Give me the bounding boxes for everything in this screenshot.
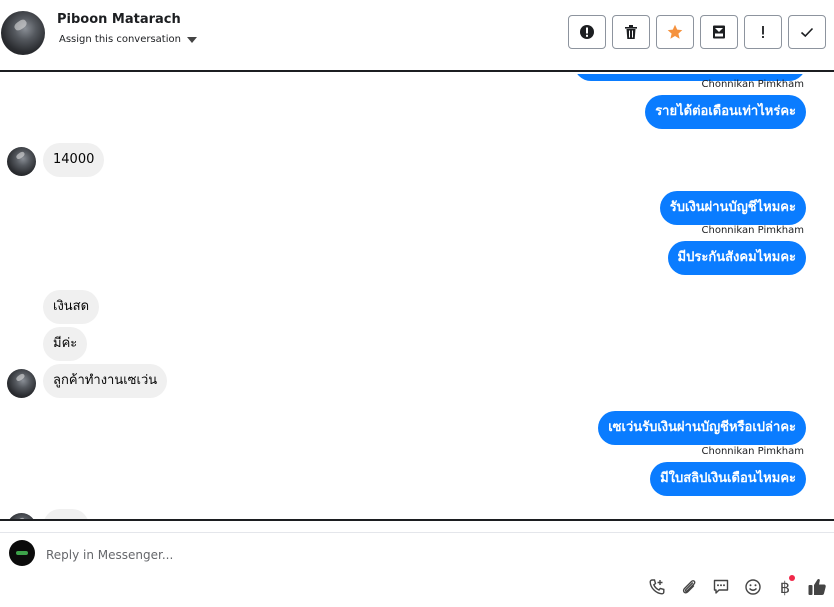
star-button[interactable]: [656, 15, 694, 49]
message-bubble-outgoing: มีใบสลิปเงินเดือนไหมคะ: [650, 462, 806, 496]
thread-divider: [0, 519, 834, 521]
baht-payment-icon: ฿: [779, 577, 791, 597]
message-thread[interactable]: Chonnikan Pimkham รายได้ต่อเดือนเท่าไหร่…: [0, 74, 834, 520]
attachment-icon: [682, 580, 696, 594]
messenger-conversation-window: Piboon Matarach Assign this conversation: [0, 0, 834, 607]
caret-down-icon: [186, 36, 197, 43]
saved-reply-button[interactable]: [710, 576, 732, 598]
phone-plus-icon: [649, 579, 665, 595]
contact-avatar[interactable]: [1, 11, 45, 55]
message-bubble-outgoing: มีประกันสังคมไหมคะ: [667, 241, 806, 275]
attachment-button[interactable]: [678, 576, 700, 598]
mark-done-button[interactable]: [788, 15, 826, 49]
reply-input[interactable]: [46, 545, 566, 565]
emoji-icon: [745, 579, 761, 595]
message-bubble-incoming: มีค่ะ: [43, 327, 88, 361]
mark-important-button[interactable]: [744, 15, 782, 49]
baht-payment-button[interactable]: ฿: [774, 575, 796, 598]
emoji-button[interactable]: [742, 576, 764, 598]
notification-dot: [789, 575, 795, 581]
sender-label: Chonnikan Pimkham: [701, 446, 804, 457]
spam-button[interactable]: [568, 15, 606, 49]
message-bubble-incoming: ลูกค้าทำงานเซเว่น: [43, 364, 168, 398]
trash-icon: [625, 25, 637, 39]
star-icon: [667, 24, 683, 39]
contact-avatar-small: [7, 147, 36, 176]
thumbs-up-button[interactable]: [806, 576, 828, 598]
page-avatar: [9, 540, 35, 566]
message-bubble-outgoing: รายได้ต่อเดือนเท่าไหร่คะ: [645, 95, 806, 129]
message-bubble-outgoing: เซเว่นรับเงินผ่านบัญชีหรือเปล่าคะ: [598, 411, 806, 445]
saved-reply-icon: [713, 579, 729, 594]
sender-label: Chonnikan Pimkham: [701, 225, 804, 236]
assign-conversation-dropdown[interactable]: Assign this conversation: [59, 34, 197, 45]
action-toolbar: [568, 15, 826, 49]
message-bubble-incoming: เงินสด: [43, 290, 100, 324]
assign-label: Assign this conversation: [59, 34, 181, 45]
delete-button[interactable]: [612, 15, 650, 49]
conversation-header: Piboon Matarach Assign this conversation: [0, 0, 834, 72]
phone-plus-button[interactable]: [646, 576, 668, 598]
contact-name[interactable]: Piboon Matarach: [57, 12, 181, 27]
contact-avatar-small: [7, 369, 36, 398]
alert-circle-icon: [580, 25, 594, 39]
archive-icon: [713, 25, 725, 39]
thumbs-up-icon: [808, 578, 826, 595]
exclamation-icon: [762, 26, 764, 38]
archive-button[interactable]: [700, 15, 738, 49]
message-bubble-outgoing: รับเงินผ่านบัญชีไหมคะ: [659, 191, 806, 225]
sender-label: Chonnikan Pimkham: [701, 79, 804, 90]
message-bubble-incoming: 14000: [43, 143, 105, 177]
message-composer: ฿: [0, 532, 834, 607]
check-icon: [800, 27, 814, 38]
composer-actions: ฿: [646, 575, 828, 598]
